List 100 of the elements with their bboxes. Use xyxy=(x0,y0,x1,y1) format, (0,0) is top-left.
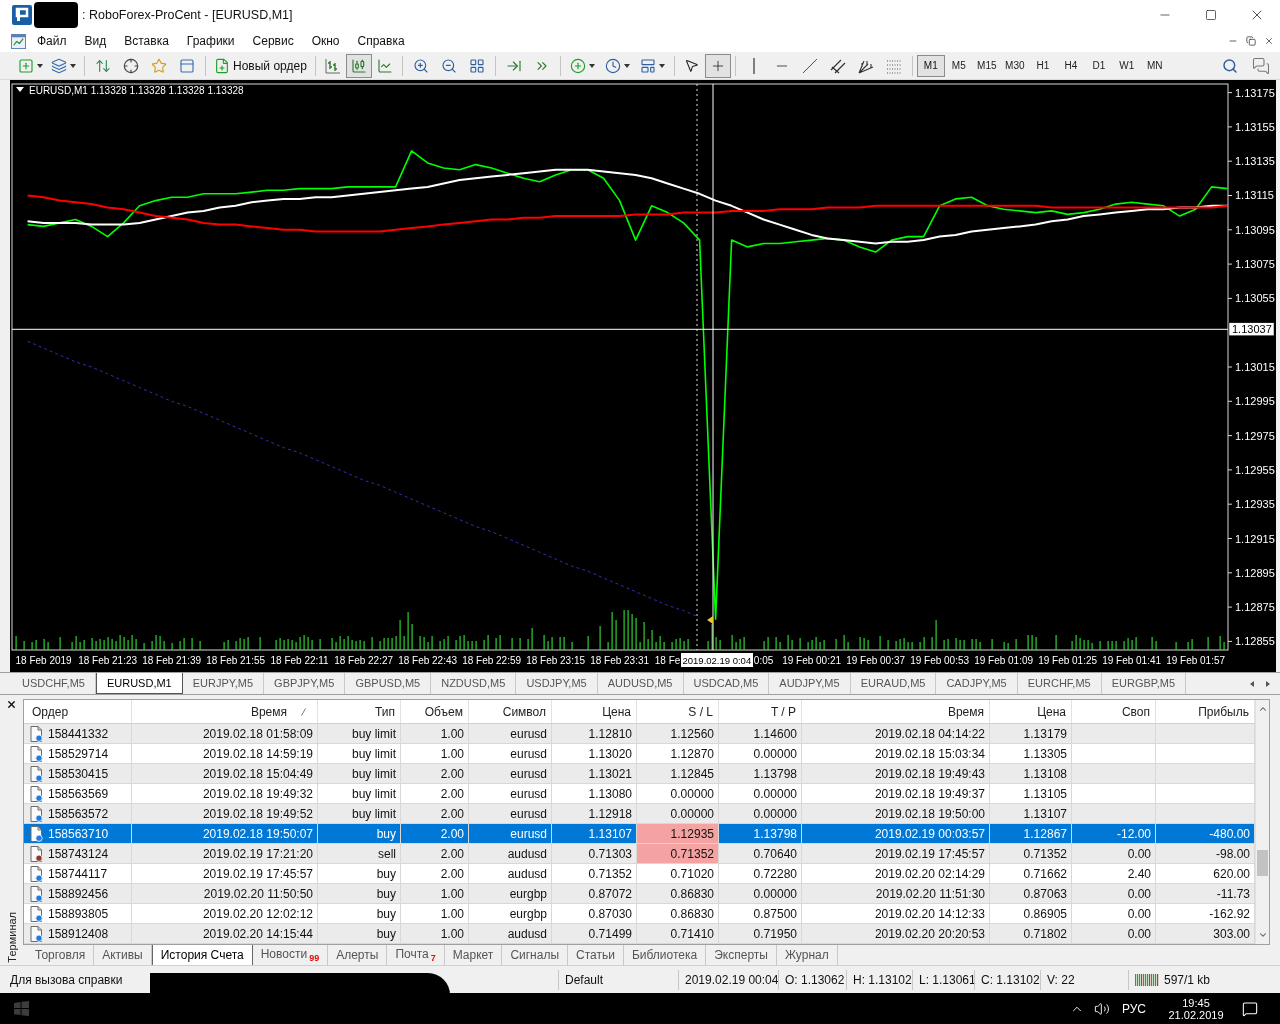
menu-item[interactable]: Справка xyxy=(348,31,414,51)
table-cell-text: 158563710 xyxy=(48,825,109,843)
table-row[interactable]: 158743124 2019.02.19 17:21:20 sell 2.00 audusd 0.71303 0.71352 0.70640 2019.02.19 17:45:57 0.71352 0.00 -98.00 xyxy=(24,844,1255,864)
star-icon[interactable] xyxy=(151,57,167,74)
chart-type-button[interactable] xyxy=(345,53,372,78)
close-icon[interactable] xyxy=(6,699,17,710)
timeframe-button[interactable]: H1 xyxy=(1028,54,1057,77)
price-axis-label: 1.13015 xyxy=(1235,361,1275,373)
table-row[interactable]: 158563572 2019.02.18 19:49:52 buy limit 2.00 eurusd 1.12918 0.00000 0.00000 2019.02.18 19:50:00 1.13107 xyxy=(24,804,1255,824)
table-cell-text: 158441332 xyxy=(48,725,109,743)
table-row[interactable]: 158529714 2019.02.18 14:59:19 buy limit 1.00 eurusd 1.13020 1.12870 0.00000 2019.02.18 15:03:34 1.13305 xyxy=(24,744,1255,764)
caret-icon[interactable] xyxy=(37,63,43,68)
notification-icon[interactable] xyxy=(1242,1000,1258,1017)
table-row[interactable]: 158912408 2019.02.20 14:15:44 buy 1.00 audusd 0.71499 0.71410 0.71950 2019.02.20 20:20:53 0.71802 0.00 303.00 xyxy=(24,924,1255,944)
chart-window-icon[interactable] xyxy=(11,33,26,49)
terminal-tab[interactable]: История Счета xyxy=(151,945,253,966)
scroll-up-icon[interactable] xyxy=(1257,704,1268,714)
scrollbar-thumb[interactable] xyxy=(1257,850,1268,876)
table-row[interactable]: 158563710 2019.02.18 19:50:07 buy 2.00 eurusd 1.13107 1.12935 1.13798 2019.02.19 00:03:57 1.12867 -12.00 -480.00 xyxy=(24,824,1255,844)
dotted-grid-icon[interactable] xyxy=(885,57,902,74)
scroll-down-icon[interactable] xyxy=(1257,930,1268,940)
time-axis-label: 19 Feb 01:41 xyxy=(1102,655,1162,666)
window-icon[interactable] xyxy=(179,57,195,74)
column-header[interactable]: Объем xyxy=(401,700,469,723)
column-header[interactable]: Время xyxy=(802,700,990,723)
timeframe-button[interactable]: M1 xyxy=(916,54,945,77)
zoom-out-icon[interactable] xyxy=(440,57,457,74)
ref-line-label: 1.13037 xyxy=(1232,323,1272,336)
vertical-line-icon[interactable] xyxy=(751,57,756,74)
column-header[interactable]: S / L xyxy=(637,700,719,723)
restore-icon[interactable] xyxy=(1246,36,1256,46)
table-cell-text: 158529714 xyxy=(48,745,109,763)
column-header[interactable]: Символ xyxy=(469,700,552,723)
speaker-icon[interactable] xyxy=(1093,1000,1110,1017)
up-down-arrows-icon[interactable] xyxy=(95,57,111,74)
column-header[interactable]: Цена xyxy=(552,700,637,723)
symbol-tab[interactable]: EURUSD,M1 xyxy=(95,673,183,694)
menu-item[interactable]: Вид xyxy=(75,31,116,51)
table-row[interactable]: 158563569 2019.02.18 19:49:32 buy limit 2.00 eurusd 1.13080 0.00000 0.00000 2019.02.18 19:49:37 1.13105 xyxy=(24,784,1255,804)
diagonal-line-icon[interactable] xyxy=(801,57,818,74)
panel-title: Терминал xyxy=(4,912,19,963)
caret-icon[interactable] xyxy=(70,63,76,68)
profile-name: Default xyxy=(565,971,604,989)
zoom-in-icon[interactable] xyxy=(412,57,429,74)
table-cell: 0.71499 xyxy=(552,924,637,944)
timeframe-button[interactable]: M5 xyxy=(944,54,973,77)
price-axis-label: 1.13055 xyxy=(1235,292,1275,305)
table-row[interactable]: 158744117 2019.02.19 17:45:57 buy 2.00 audusd 0.71352 0.71020 0.72280 2019.02.20 02:14:29 0.71662 2.40 620.00 xyxy=(24,864,1255,884)
timeframe-button[interactable]: W1 xyxy=(1112,54,1141,77)
menu-item[interactable]: Окно xyxy=(302,31,349,51)
clock-icon[interactable] xyxy=(604,57,621,74)
column-header[interactable]: Ордер xyxy=(24,700,132,723)
signal-bars-icon xyxy=(1135,973,1159,986)
column-header[interactable]: T / P xyxy=(719,700,802,723)
arrow-marker-icon xyxy=(707,616,713,624)
column-header[interactable]: Своп xyxy=(1072,700,1156,723)
maximize-icon[interactable] xyxy=(1205,9,1217,21)
column-header[interactable]: Время xyxy=(132,700,318,723)
scrollbar[interactable] xyxy=(1255,700,1269,944)
table-row[interactable]: 158893805 2019.02.20 12:02:12 buy 1.00 eurgbp 0.87030 0.86830 0.87500 2019.02.20 14:12:33 0.86905 0.00 -162.92 xyxy=(24,904,1255,924)
parallel-lines-icon[interactable] xyxy=(829,57,846,74)
chat-icon[interactable] xyxy=(1252,56,1270,75)
menu-item[interactable]: Файл xyxy=(28,31,76,51)
table-row[interactable]: 158441332 2019.02.18 01:58:09 buy limit 1.00 eurusd 1.12810 1.12560 1.14600 2019.02.18 04:14:22 1.13179 xyxy=(24,724,1255,744)
crosshair-target-icon[interactable] xyxy=(123,57,139,74)
search-icon[interactable] xyxy=(1222,57,1238,74)
menu-item[interactable]: Сервис xyxy=(243,31,303,51)
caret-icon[interactable] xyxy=(658,63,665,68)
menu-item[interactable]: Вставка xyxy=(115,31,178,51)
table-row[interactable]: 158530415 2019.02.18 15:04:49 buy limit 2.00 eurusd 1.13021 1.12845 1.13798 2019.02.18 19:49:43 1.13108 xyxy=(24,764,1255,784)
timeframe-button[interactable]: H4 xyxy=(1056,54,1085,77)
clock-time[interactable]: 19:45 xyxy=(1182,996,1210,1009)
time-axis-label: 18 Feb 21:39 xyxy=(142,655,202,666)
price-axis-label: 1.13175 xyxy=(1235,86,1275,99)
column-header[interactable]: Цена xyxy=(990,700,1072,723)
table-row[interactable]: 158892456 2019.02.20 11:50:50 buy 1.00 eurgbp 0.87072 0.86830 0.00000 2019.02.20 11:51:30 0.87063 0.00 -11.73 xyxy=(24,884,1255,904)
template-icon[interactable] xyxy=(639,57,656,74)
caret-right-icon[interactable] xyxy=(1266,680,1270,687)
new-order-button[interactable]: Новый ордер xyxy=(210,53,311,78)
grid-icon[interactable] xyxy=(468,57,485,74)
time-axis-label: 18 Feb 22:43 xyxy=(398,655,458,666)
table-cell-text: 158530415 xyxy=(48,765,109,783)
open-price: O: 1.13062 xyxy=(785,971,845,989)
timeframe-button[interactable]: M30 xyxy=(1000,54,1029,77)
timeframe-button[interactable]: D1 xyxy=(1084,54,1113,77)
column-header[interactable]: Тип xyxy=(318,700,401,723)
caret-left-icon[interactable] xyxy=(1250,680,1254,687)
time-axis-label: 18 Feb 23:31 xyxy=(590,655,650,666)
timeframe-button[interactable]: MN xyxy=(1140,54,1169,77)
time-axis-label: 18 Feb 21:55 xyxy=(206,655,266,666)
layers-icon[interactable] xyxy=(51,57,67,74)
table-cell: 0.71410 xyxy=(637,924,719,944)
caret-icon[interactable] xyxy=(623,63,630,68)
time-axis-label: 19 Feb 01:25 xyxy=(1038,655,1098,666)
menu-item[interactable]: Графики xyxy=(177,31,244,51)
clock-date[interactable]: 21.02.2019 xyxy=(1168,1008,1224,1021)
caret-icon[interactable] xyxy=(588,63,595,68)
triangle-down-icon[interactable] xyxy=(16,87,24,92)
timeframe-button[interactable]: M15 xyxy=(972,54,1001,77)
language-indicator[interactable]: РУС xyxy=(1121,999,1146,1018)
